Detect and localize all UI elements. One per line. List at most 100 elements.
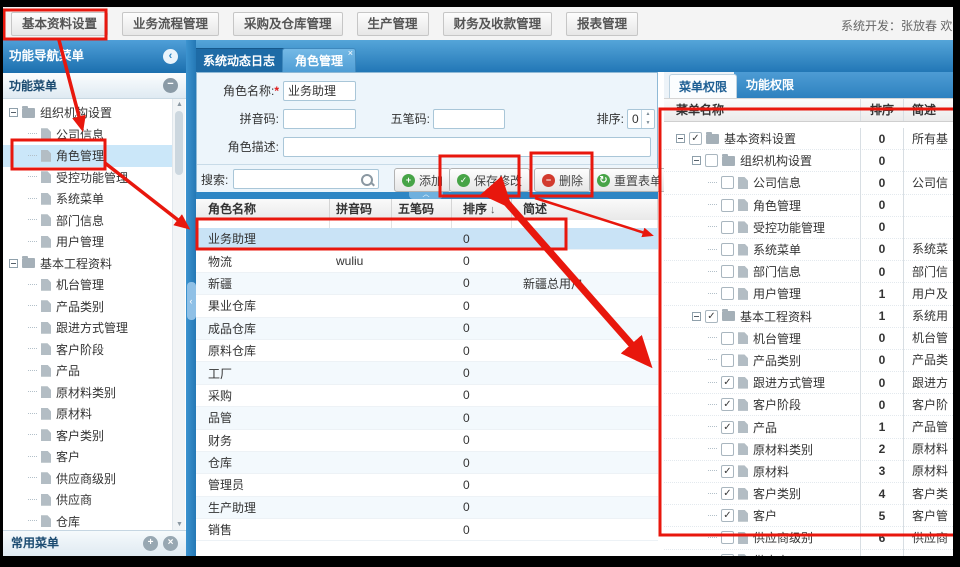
permission-tree-row[interactable]: ✓基本工程资料1系统用 [664, 306, 953, 328]
remove-favorite-icon[interactable]: × [163, 536, 178, 551]
sidebar-tree-item[interactable]: 供应商 [3, 489, 172, 511]
table-row[interactable]: 品管0 [196, 407, 658, 429]
table-row[interactable]: 财务0 [196, 430, 658, 452]
sidebar-tree-item[interactable]: 供应商级别 [3, 468, 172, 490]
toolbar-button-refresh[interactable]: ↻重置表单 [589, 168, 670, 192]
row-checkbox[interactable] [721, 332, 734, 345]
column-menu-name[interactable]: 菜单名称 [664, 99, 860, 121]
collapse-strip-icon[interactable]: ︿ [409, 192, 443, 199]
filter-cell[interactable] [452, 220, 512, 228]
row-checkbox[interactable] [721, 265, 734, 278]
table-row[interactable]: 采购0 [196, 385, 658, 407]
permission-tree-row[interactable]: 系统菜单0系统菜 [664, 239, 953, 261]
top-menu-item[interactable]: 财务及收款管理 [443, 12, 553, 36]
table-row[interactable]: 原料仓库0 [196, 340, 658, 362]
permission-tree-row[interactable]: 公司信息0公司信 [664, 172, 953, 194]
scroll-up-icon[interactable]: ▲ [173, 101, 186, 108]
row-checkbox[interactable]: ✓ [705, 310, 718, 323]
row-checkbox[interactable]: ✓ [721, 509, 734, 522]
sidebar-tree-item[interactable]: 机台管理 [3, 274, 172, 296]
sidebar-tree-item[interactable]: 仓库 [3, 511, 172, 531]
search-input[interactable] [233, 169, 379, 189]
sidebar-tree-item[interactable]: 原材料 [3, 403, 172, 425]
sidebar-footer[interactable]: 常用菜单 + × [3, 530, 186, 556]
table-row[interactable]: 新疆0新疆总用户 [196, 273, 658, 295]
column-desc[interactable]: 简述 [903, 99, 953, 121]
top-menu-item[interactable]: 业务流程管理 [122, 12, 219, 36]
add-favorite-icon[interactable]: + [143, 536, 158, 551]
tab-system-log[interactable]: 系统动态日志 [190, 48, 288, 73]
sidebar-scrollbar[interactable]: ▲ ▼ [172, 99, 185, 530]
permission-tree-row[interactable]: 组织机构设置0 [664, 150, 953, 172]
filter-cell[interactable] [330, 220, 392, 228]
row-checkbox[interactable] [721, 531, 734, 544]
collapse-section-icon[interactable]: − [163, 78, 178, 93]
spinner-up-icon[interactable]: ▲ [642, 110, 654, 119]
sidebar-tree-item[interactable]: 原材料类别 [3, 382, 172, 404]
table-column-header[interactable]: 角色名称 [196, 199, 330, 220]
permission-tree-row[interactable]: ✓基本资料设置0所有基 [664, 128, 953, 150]
column-sort[interactable]: 排序 [860, 99, 903, 121]
row-checkbox[interactable] [721, 243, 734, 256]
row-checkbox[interactable] [721, 199, 734, 212]
wubi-input[interactable] [433, 109, 505, 129]
sidebar-tree-item[interactable]: 部门信息 [3, 210, 172, 232]
row-checkbox[interactable]: ✓ [721, 487, 734, 500]
splitter-collapse-icon[interactable]: ‹ [187, 282, 196, 320]
top-menu-item[interactable]: 采购及仓库管理 [233, 12, 343, 36]
table-row[interactable]: 果业仓库0 [196, 295, 658, 317]
row-checkbox[interactable] [721, 354, 734, 367]
sidebar-tree-item[interactable]: 客户阶段 [3, 339, 172, 361]
table-row[interactable]: 销售0 [196, 519, 658, 541]
row-checkbox[interactable] [721, 176, 734, 189]
permission-tree-row[interactable]: ✓客户5客户管 [664, 505, 953, 527]
scroll-down-icon[interactable]: ▼ [173, 521, 186, 528]
permission-tree-row[interactable]: 机台管理0机台管 [664, 328, 953, 350]
permission-tree-row[interactable]: 部门信息0部门信 [664, 261, 953, 283]
top-menu-item[interactable]: 生产管理 [357, 12, 429, 36]
pinyin-input[interactable] [283, 109, 356, 129]
row-checkbox[interactable]: ✓ [689, 132, 702, 145]
table-column-header[interactable]: 拼音码 [330, 199, 392, 220]
role-name-input[interactable]: 业务助理 [283, 81, 356, 101]
table-row[interactable]: 工厂0 [196, 362, 658, 384]
permission-tree-row[interactable]: 角色管理0 [664, 195, 953, 217]
table-row[interactable]: 业务助理0 [196, 228, 658, 250]
top-menu-item[interactable]: 基本资料设置 [11, 12, 108, 36]
spinner-down-icon[interactable]: ▼ [642, 119, 654, 128]
sidebar-tree-item[interactable]: 产品 [3, 360, 172, 382]
row-checkbox[interactable] [721, 554, 734, 556]
table-row[interactable]: 成品仓库0 [196, 318, 658, 340]
sidebar-tree-item[interactable]: 产品类别 [3, 296, 172, 318]
sidebar-tree-item[interactable]: 组织机构设置 [3, 102, 172, 124]
expand-collapse-icon[interactable] [9, 108, 18, 117]
table-column-header[interactable]: 排序↓ [452, 199, 512, 220]
role-desc-input[interactable] [283, 137, 651, 157]
sidebar-tree-item[interactable]: 跟进方式管理 [3, 317, 172, 339]
permission-tree-row[interactable]: 原材料类别2原材料 [664, 439, 953, 461]
tab-function-permissions[interactable]: 功能权限 [746, 72, 794, 98]
toolbar-button-minus[interactable]: −删除 [534, 168, 591, 192]
permission-tree-row[interactable]: 产品类别0产品类 [664, 350, 953, 372]
sidebar-tree-item[interactable]: 公司信息 [3, 124, 172, 146]
permission-tree-row[interactable]: ✓客户阶段0客户阶 [664, 394, 953, 416]
permission-tree-row[interactable]: 受控功能管理0 [664, 217, 953, 239]
table-row[interactable]: 管理员0 [196, 474, 658, 496]
permission-tree-row[interactable]: 供应商 [664, 550, 953, 556]
sidebar-tree-item[interactable]: 客户类别 [3, 425, 172, 447]
tab-role-management[interactable]: 角色管理 × [282, 48, 356, 73]
close-tab-icon[interactable]: × [348, 49, 353, 58]
row-checkbox[interactable] [705, 154, 718, 167]
sidebar-tree-item[interactable]: 系统菜单 [3, 188, 172, 210]
table-column-header[interactable]: 五笔码 [392, 199, 452, 220]
top-menu-item[interactable]: 报表管理 [566, 12, 638, 36]
sidebar-tree-item[interactable]: 角色管理 [3, 145, 172, 167]
expand-collapse-icon[interactable] [9, 259, 18, 268]
table-column-header[interactable]: 简述 [512, 199, 658, 220]
expand-collapse-icon[interactable] [692, 156, 701, 165]
permission-tree-row[interactable]: 供应商级别6供应商 [664, 527, 953, 549]
filter-cell[interactable] [196, 220, 330, 228]
filter-cell[interactable] [512, 220, 658, 228]
permission-tree-row[interactable]: ✓客户类别4客户类 [664, 483, 953, 505]
table-row[interactable]: 物流wuliu0 [196, 250, 658, 272]
